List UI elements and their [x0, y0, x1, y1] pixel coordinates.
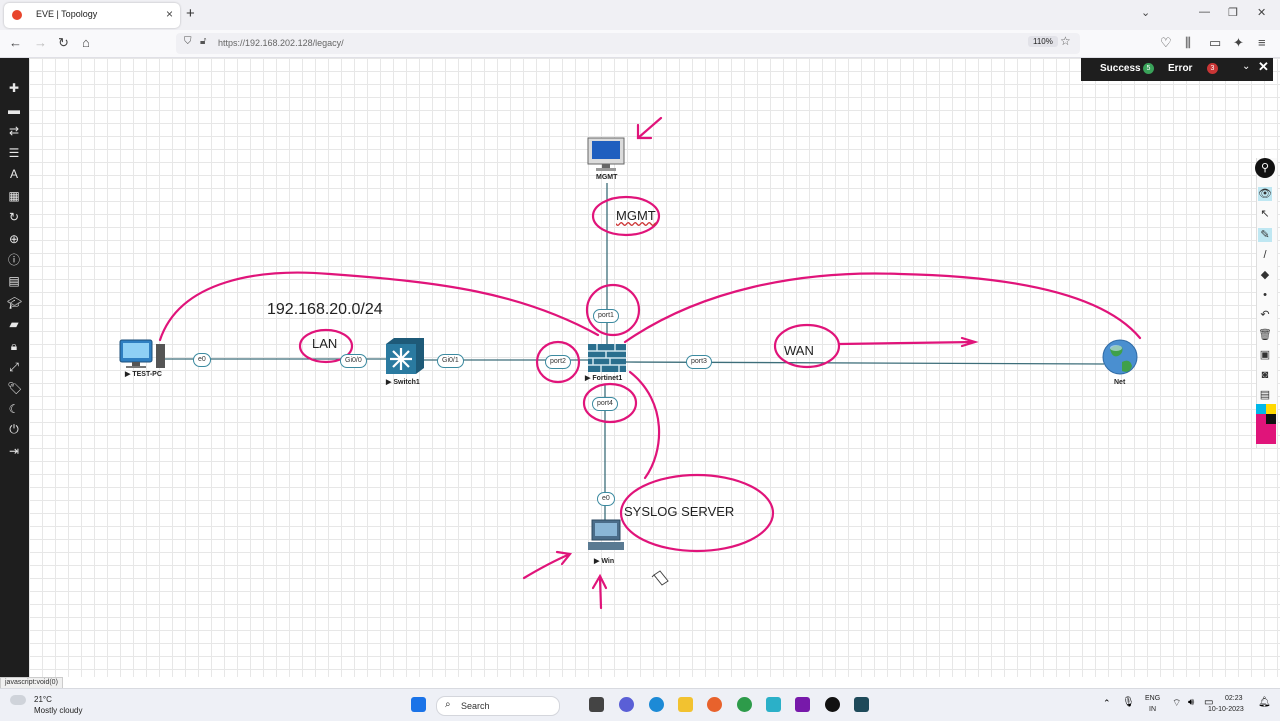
windows-taskbar: 21°C Mostly cloudy ⌕ Search ⌃ 🎙︎ ENG IN … [0, 688, 1280, 721]
success-label[interactable]: Success [1100, 63, 1141, 74]
node-label-test-pc[interactable]: ▶ TEST-PC [125, 370, 162, 378]
annotation-wan[interactable]: WAN [784, 343, 814, 358]
desktop-icon [588, 519, 624, 550]
node-label-net[interactable]: Net [1114, 379, 1125, 386]
success-count-badge: 5 [1143, 63, 1154, 74]
error-count-badge: 3 [1207, 63, 1218, 74]
annotation-lan[interactable]: LAN [312, 336, 337, 351]
task-view-icon[interactable] [589, 697, 604, 712]
notification-bar: Success 5 Error 3 ⌄ ✕ [1081, 58, 1273, 81]
pc-icon [119, 339, 165, 368]
firefox-icon[interactable] [707, 697, 722, 712]
annotation-syslog-server[interactable]: SYSLOG SERVER [624, 504, 734, 519]
node-name-fortinet1: Fortinet1 [592, 375, 623, 382]
clock-time[interactable]: 02:23 [1225, 695, 1243, 702]
dot-icon[interactable]: • [1258, 288, 1272, 302]
topology-drawing [119, 116, 1142, 610]
port-badge-port1[interactable]: port1 [593, 309, 619, 323]
monitor-icon [587, 137, 625, 171]
port-badge-port3[interactable]: port3 [686, 355, 712, 369]
screen-icon[interactable]: ▣ [1258, 348, 1272, 362]
port-badge-testpc-e0[interactable]: e0 [193, 353, 211, 367]
clock-date[interactable]: 10-10-2023 [1208, 706, 1244, 713]
node-label-mgmt[interactable]: MGMT [596, 174, 617, 181]
weather-description[interactable]: Mostly cloudy [34, 706, 82, 715]
pen-icon[interactable]: / [1258, 248, 1272, 262]
draw-logo-icon[interactable]: ⚲ [1255, 158, 1275, 178]
cloud-icon[interactable] [10, 695, 26, 705]
port-badge-gi00[interactable]: Gi0/0 [340, 354, 367, 368]
ink-wan-arrow [838, 336, 979, 348]
file-explorer-icon[interactable] [678, 697, 693, 712]
trash-icon[interactable]: 🗑︎ [1258, 328, 1272, 342]
node-name-win: Win [601, 558, 615, 565]
chat-app-icon[interactable] [619, 697, 634, 712]
node-label-fortinet1[interactable]: ▶ Fortinet1 [585, 374, 622, 382]
region-code[interactable]: IN [1149, 706, 1156, 713]
color-yellow[interactable] [1266, 404, 1276, 414]
camera-icon[interactable]: ◙ [1258, 368, 1272, 382]
onenote-icon[interactable] [795, 697, 810, 712]
highlighter-icon[interactable]: ✎ [1258, 228, 1272, 242]
error-label[interactable]: Error [1168, 63, 1192, 74]
undo-icon[interactable]: ↶ [1258, 308, 1272, 322]
ink-arrow-win [522, 550, 573, 580]
volume-icon[interactable]: 🔊︎ [1188, 697, 1194, 708]
taskbar-search[interactable]: ⌕ Search [436, 696, 560, 716]
switch-icon [386, 338, 424, 374]
eye-icon[interactable]: 👁︎ [1258, 187, 1272, 201]
color-palette[interactable] [1256, 404, 1276, 446]
weather-temperature[interactable]: 21°C [34, 695, 52, 704]
color-cyan[interactable] [1256, 404, 1266, 414]
edge-icon[interactable] [649, 697, 664, 712]
port-badge-port4[interactable]: port4 [592, 397, 618, 411]
annotation-subnet[interactable]: 192.168.20.0/24 [267, 301, 383, 319]
search-icon: ⌕ [445, 699, 451, 710]
port-badge-port2[interactable]: port2 [545, 355, 571, 369]
clipboard-icon[interactable]: ▤ [1258, 388, 1272, 402]
color-magenta[interactable] [1256, 414, 1266, 424]
node-name-switch1: Switch1 [393, 379, 420, 386]
windows-start-icon[interactable] [411, 697, 426, 712]
color-selected[interactable] [1256, 424, 1276, 444]
color-black[interactable] [1266, 414, 1276, 424]
firewall-icon [588, 344, 626, 372]
pencil-cursor-icon [651, 570, 669, 586]
globe-icon [1102, 339, 1138, 375]
language-code[interactable]: ENG [1145, 695, 1160, 702]
port-badge-gi01[interactable]: Gi0/1 [437, 354, 464, 368]
node-name-test-pc: TEST-PC [132, 371, 162, 378]
draw-app-icon[interactable] [825, 697, 840, 712]
wifi-icon[interactable]: ⌔ [1172, 697, 1181, 710]
microphone-icon[interactable]: 🎙︎ [1122, 697, 1135, 708]
ink-arc-right [623, 272, 1142, 344]
cursor-icon[interactable]: ↖ [1258, 207, 1272, 221]
store-icon[interactable] [766, 697, 781, 712]
annotation-mgmt[interactable]: MGMT [616, 208, 656, 223]
tray-chevron-icon[interactable]: ⌃ [1103, 698, 1111, 709]
terminal-icon[interactable] [854, 697, 869, 712]
close-icon[interactable]: ✕ [1258, 59, 1269, 75]
collapse-icon[interactable]: ⌄ [1242, 61, 1250, 72]
ink-port4-curve [628, 370, 661, 480]
node-label-switch1[interactable]: ▶ Switch1 [386, 378, 420, 386]
ink-arrow-mgmt [636, 116, 663, 140]
chrome-icon[interactable] [737, 697, 752, 712]
eraser-icon[interactable]: ◆ [1258, 268, 1272, 282]
node-label-win[interactable]: ▶ Win [594, 557, 614, 565]
notifications-icon[interactable]: 🔔︎ [1258, 697, 1271, 708]
port-badge-win-e0[interactable]: e0 [597, 492, 615, 506]
ink-arrow-up [591, 573, 608, 610]
search-label: Search [461, 701, 490, 711]
